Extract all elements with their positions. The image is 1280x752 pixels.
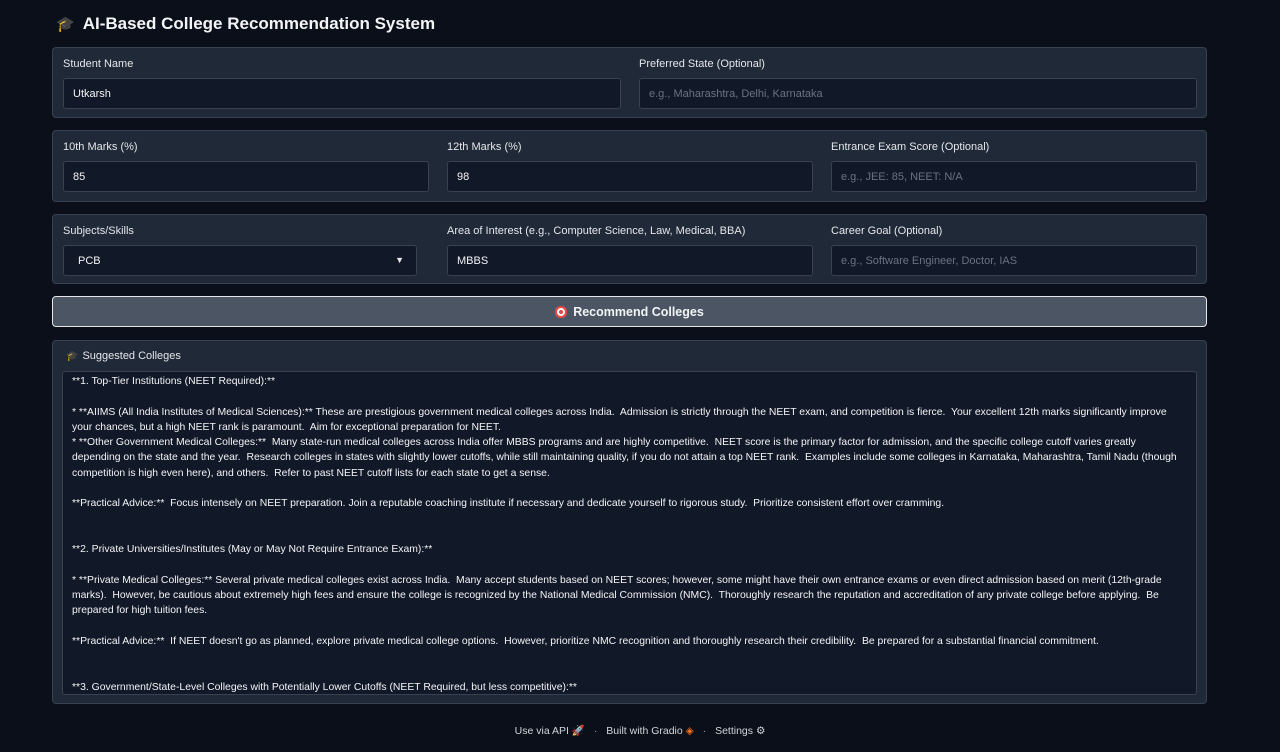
graduation-cap-icon: 🎓	[66, 350, 79, 362]
row-subjects-interest: Subjects/Skills PCB ▼ Area of Interest (…	[52, 214, 1207, 284]
marks10-label: 10th Marks (%)	[63, 141, 138, 153]
student-name-label: Student Name	[63, 58, 134, 70]
graduation-cap-icon: 🎓	[56, 16, 75, 33]
use-via-api-link[interactable]: Use via API 🚀	[515, 725, 585, 737]
entrance-score-input[interactable]: e.g., JEE: 85, NEET: N/A	[831, 161, 1197, 192]
api-link-label: Use via API	[514, 725, 569, 737]
subjects-label: Subjects/Skills	[63, 225, 134, 237]
marks12-label: 12th Marks (%)	[447, 141, 522, 153]
marks12-input[interactable]: 98	[447, 161, 813, 192]
output-label: 🎓 Suggested Colleges	[66, 350, 181, 362]
interest-input[interactable]: MBBS	[447, 245, 813, 276]
gradio-link-label: Built with Gradio	[606, 725, 683, 737]
career-goal-input[interactable]: e.g., Software Engineer, Doctor, IAS	[831, 245, 1197, 276]
app-header: 🎓 AI-Based College Recommendation System	[56, 12, 435, 36]
entrance-score-label: Entrance Exam Score (Optional)	[831, 141, 990, 153]
settings-link-label: Settings	[715, 725, 754, 737]
rocket-icon: 🚀	[571, 725, 585, 737]
recommend-button-label: Recommend Colleges	[573, 304, 704, 319]
marks10-input[interactable]: 85	[63, 161, 429, 192]
settings-link[interactable]: Settings ⚙	[715, 725, 765, 737]
chevron-down-icon[interactable]: ▼	[395, 255, 404, 265]
preferred-state-label: Preferred State (Optional)	[639, 58, 765, 70]
subjects-selected-value: PCB	[78, 254, 101, 267]
suggested-colleges-text: **1. Top-Tier Institutions (NEET Require…	[72, 376, 1177, 693]
output-label-text: Suggested Colleges	[82, 350, 181, 362]
footer: Use via API 🚀 · Built with Gradio ◈ · Se…	[0, 724, 1280, 737]
suggested-colleges-textbox[interactable]: **1. Top-Tier Institutions (NEET Require…	[62, 371, 1197, 695]
subjects-dropdown[interactable]: PCB ▼	[63, 245, 417, 276]
gradio-logo-icon: ◈	[685, 725, 694, 737]
row-name-state: Student Name Utkarsh Preferred State (Op…	[52, 47, 1207, 118]
career-goal-label: Career Goal (Optional)	[831, 225, 943, 237]
row-marks: 10th Marks (%) 85 12th Marks (%) 98 Entr…	[52, 130, 1207, 202]
preferred-state-input[interactable]: e.g., Maharashtra, Delhi, Karnataka	[639, 78, 1197, 109]
target-icon	[555, 305, 568, 318]
footer-separator: ·	[593, 725, 598, 737]
page-title: AI-Based College Recommendation System	[82, 14, 436, 33]
footer-separator: ·	[702, 725, 707, 737]
student-name-input[interactable]: Utkarsh	[63, 78, 621, 109]
built-with-gradio-link[interactable]: Built with Gradio ◈	[606, 725, 693, 737]
recommend-colleges-button[interactable]: Recommend Colleges	[52, 296, 1207, 327]
interest-label: Area of Interest (e.g., Computer Science…	[447, 225, 746, 237]
gear-icon: ⚙	[755, 725, 766, 737]
